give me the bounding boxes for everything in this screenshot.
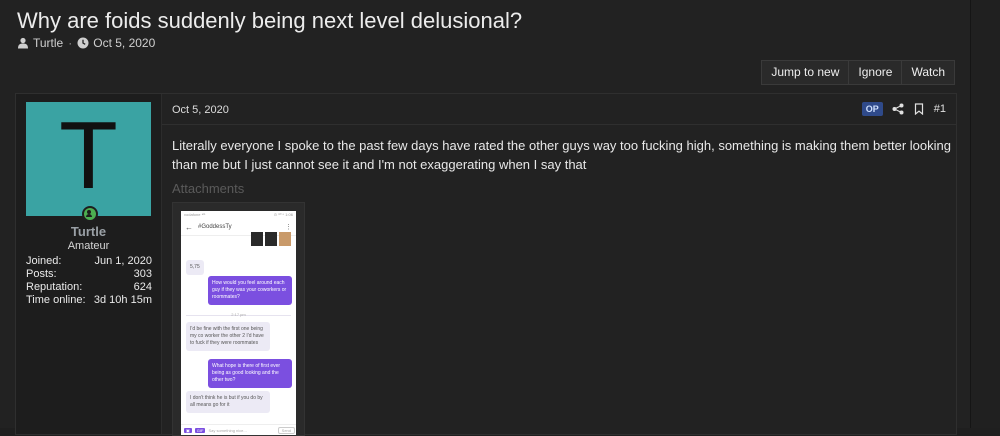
- chat-bubble-incoming: I'd be fine with the first one being my …: [186, 322, 270, 351]
- author-stats: Joined: Jun 1, 2020 Posts: 303 Reputatio…: [26, 255, 152, 307]
- stat-row: Joined: Jun 1, 2020: [26, 255, 152, 268]
- ignore-button[interactable]: Ignore: [848, 61, 901, 84]
- thread-starter-link[interactable]: Turtle: [33, 36, 63, 50]
- more-options-icon: ⋮: [285, 224, 292, 231]
- post-1: T Turtle Amateur Joined: Jun 1, 2020 Pos…: [15, 93, 957, 436]
- post-message: Literally everyone I spoke to the past f…: [172, 138, 951, 172]
- online-status-icon: [82, 206, 98, 222]
- jump-to-new-button[interactable]: Jump to new: [762, 61, 848, 84]
- chat-title: #GoddessTy: [198, 224, 232, 230]
- status-left: vodafone ⁴ᴳ: [184, 212, 206, 217]
- thread-meta: Turtle · Oct 5, 2020: [17, 36, 155, 50]
- stat-label: Reputation:: [26, 281, 83, 293]
- gif-label: GIF: [194, 428, 206, 433]
- thread-date-link[interactable]: Oct 5, 2020: [93, 36, 155, 50]
- post-actions: OP #1: [861, 102, 946, 116]
- chat-timestamp: 2:17 pm: [231, 312, 246, 317]
- chat-screenshot: vodafone ⁴ᴳ ⊙ ⁸⁰ ⁿ 1:06 ← #GoddessTy ⋮ 5…: [181, 211, 296, 435]
- photo: [251, 232, 263, 246]
- stat-row: Time online: 3d 10h 15m: [26, 294, 152, 307]
- photo: [265, 232, 277, 246]
- send-label: Send: [277, 427, 295, 434]
- avatar-letter: T: [59, 102, 118, 209]
- gif-icon: ▣: [184, 428, 192, 433]
- clock-icon: [77, 37, 89, 49]
- share-icon[interactable]: [892, 103, 904, 115]
- chat-bubble-incoming: 5,75: [186, 260, 204, 275]
- chat-photo-strip: [251, 232, 293, 246]
- watch-button[interactable]: Watch: [901, 61, 954, 84]
- bookmark-icon[interactable]: [913, 103, 925, 115]
- stat-row: Reputation: 624: [26, 281, 152, 294]
- user-icon: [18, 37, 28, 49]
- stat-row: Posts: 303: [26, 268, 152, 281]
- author-panel: T Turtle Amateur Joined: Jun 1, 2020 Pos…: [16, 94, 162, 434]
- stat-value: 3d 10h 15m: [93, 294, 152, 306]
- post-date-link[interactable]: Oct 5, 2020: [172, 104, 229, 116]
- stat-label: Joined:: [26, 255, 62, 267]
- meta-separator: ·: [68, 36, 73, 50]
- chat-input-bar: ▣ GIF Say something nice... Send: [181, 424, 296, 435]
- thread-title: Why are foids suddenly being next level …: [17, 8, 523, 33]
- avatar[interactable]: T: [26, 102, 151, 216]
- back-arrow-icon: ←: [185, 222, 193, 232]
- chat-bubble-outgoing: What hope is there of first ever being a…: [208, 359, 292, 388]
- chat-bubble-outgoing: How would you feel around each guy if th…: [208, 276, 292, 305]
- page-gutter: [971, 0, 1000, 428]
- thread-page: Why are foids suddenly being next level …: [0, 0, 971, 436]
- chat-input-placeholder: Say something nice...: [208, 428, 247, 433]
- stat-value: Jun 1, 2020: [94, 255, 153, 267]
- status-right: ⊙ ⁸⁰ ⁿ 1:06: [273, 212, 293, 217]
- stat-label: Posts:: [26, 268, 57, 280]
- stat-label: Time online:: [26, 294, 86, 306]
- author-user-title: Amateur: [67, 240, 110, 252]
- stat-value: 303: [133, 268, 152, 280]
- chat-bubble-incoming: I don't think he is but if you do by all…: [186, 391, 270, 413]
- post-number-link[interactable]: #1: [934, 103, 946, 115]
- thread-action-bar: Jump to new Ignore Watch: [761, 60, 955, 85]
- phone-status-bar: vodafone ⁴ᴳ ⊙ ⁸⁰ ⁿ 1:06: [181, 211, 296, 219]
- post-header-divider: [162, 124, 956, 125]
- photo: [279, 232, 291, 246]
- attachments-heading: Attachments: [172, 181, 245, 196]
- op-badge: OP: [861, 102, 883, 116]
- attachment-thumbnail[interactable]: vodafone ⁴ᴳ ⊙ ⁸⁰ ⁿ 1:06 ← #GoddessTy ⋮ 5…: [172, 202, 305, 436]
- stat-value: 624: [133, 281, 152, 293]
- author-username[interactable]: Turtle: [16, 224, 161, 239]
